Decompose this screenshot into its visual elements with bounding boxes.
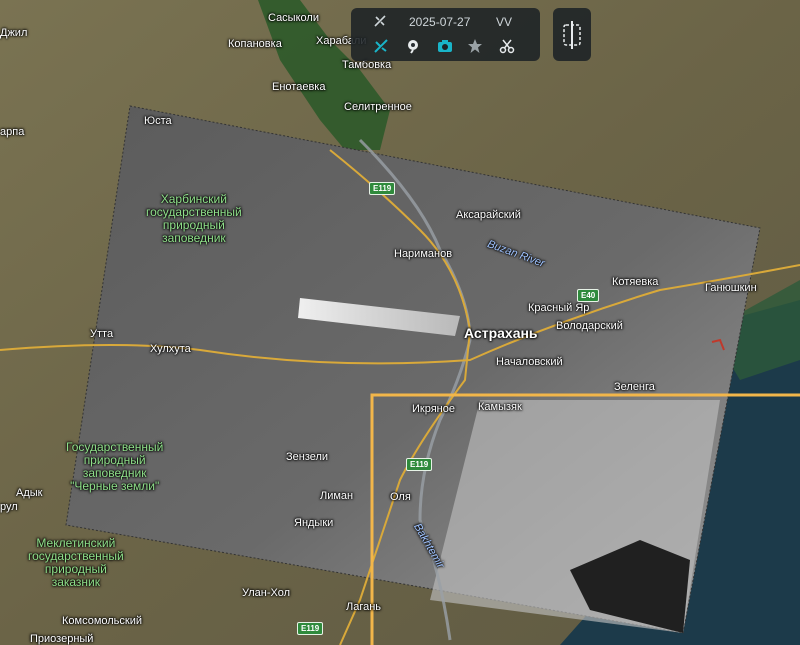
place-label: Оля [390,491,411,503]
road-shield: E119 [369,182,396,195]
road-shield: E40 [577,289,600,302]
acquisition-date[interactable]: 2025-07-27 [409,15,470,29]
satellite-icon [374,39,388,53]
reserve-label: Государственный природный заповедник "Че… [66,440,164,493]
place-label: Сасыколи [268,12,319,24]
place-label: Адык [16,487,43,499]
place-label: Камызяк [478,401,522,413]
reserve-label: Меклетинский государственный природный з… [28,536,124,589]
measure-button[interactable] [403,36,423,56]
road-shield: E119 [406,458,433,471]
satellite-icon[interactable] [373,14,387,31]
camera-icon [438,40,452,52]
place-label: Володарский [556,320,623,332]
polarization-select[interactable]: VV [496,15,512,29]
place-label: Аксарайский [456,209,521,221]
place-label: рул [0,501,18,513]
place-label: Нариманов [394,248,453,260]
favorite-button[interactable] [465,36,485,56]
place-label: Зеленга [614,381,655,393]
split-view-button[interactable] [553,8,591,61]
place-label: Икряное [412,403,455,415]
place-label-city: Астрахань [464,325,538,341]
image-toolbar: 2025-07-27 VV [351,8,540,61]
place-label: арпа [0,126,25,138]
satellite-tool-button[interactable] [371,36,391,56]
place-label: Джил [0,27,28,39]
place-label: Приозерный [30,633,94,645]
measure-icon [408,40,418,54]
place-label: Улан-Хол [242,587,291,599]
place-label: Комсомольский [62,615,143,627]
place-label: Копановка [228,38,282,50]
reserve-label: Харбинский государственный природный зап… [146,192,242,245]
place-label: Селитренное [344,101,412,113]
place-label: Лиман [320,490,354,502]
place-label: Зензели [286,451,329,463]
place-label: Началовский [496,356,563,368]
place-label: Ганюшкин [705,282,757,294]
place-label: Хулхута [150,343,191,355]
clip-button[interactable] [497,36,517,56]
road-shield: E119 [297,622,324,635]
scissors-icon [499,39,515,54]
split-view-icon [563,20,581,49]
star-icon [468,39,482,53]
place-label: Котяевка [612,276,659,288]
place-label: Утта [90,328,114,340]
place-label: Красный Яр [528,302,590,314]
place-label: Лагань [346,601,382,613]
place-label: Енотаевка [272,81,326,93]
place-label: Юста [144,115,172,127]
place-label: Яндыки [294,517,334,529]
camera-button[interactable] [435,36,455,56]
